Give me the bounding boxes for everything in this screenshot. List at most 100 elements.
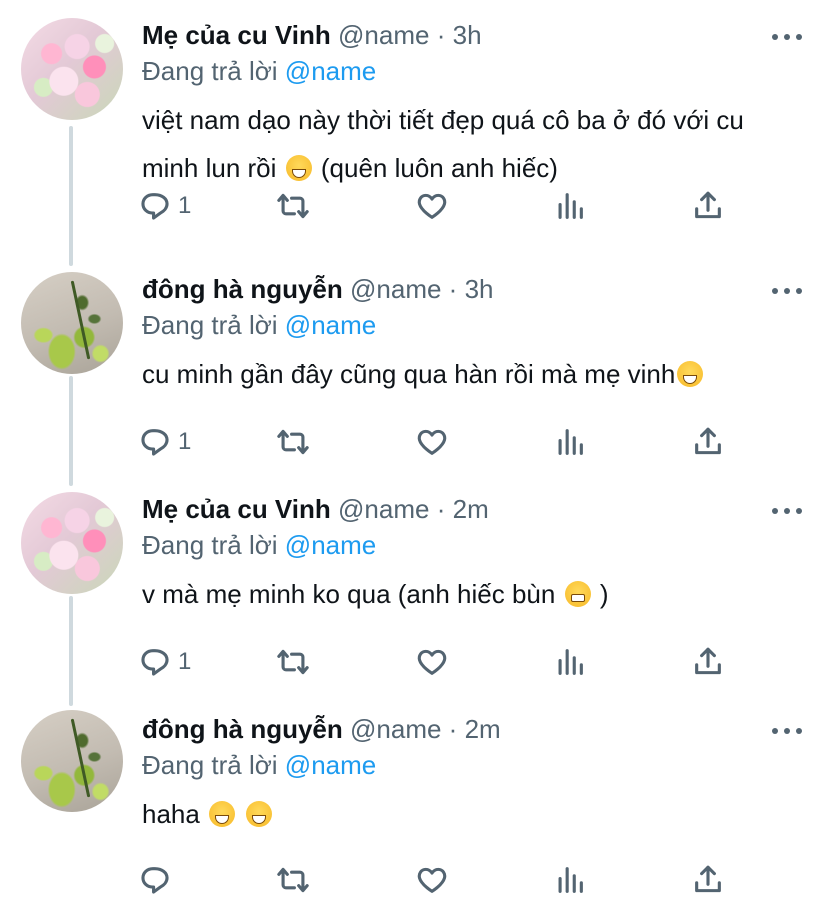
like-button[interactable] [415,862,449,898]
retweet-button[interactable] [276,644,310,680]
views-button[interactable] [553,644,587,680]
replying-to-label: Đang trả lời [142,530,278,560]
share-button[interactable] [691,644,725,680]
retweet-icon [277,429,309,455]
tweet-text-part: cu minh gần đây cũng qua hàn rồi mà mẹ v… [142,359,676,389]
share-icon [695,191,721,219]
user-handle[interactable]: @name [338,494,429,524]
tweet-header: Mẹ của cu Vinh @name · 3h [142,18,482,52]
timestamp[interactable]: 2m [465,714,501,744]
retweet-button[interactable] [276,424,310,460]
reply-icon [141,429,169,456]
reply-button[interactable]: 1 [138,644,191,680]
views-button[interactable] [553,862,587,898]
retweet-button[interactable] [276,188,310,224]
views-button[interactable] [553,188,587,224]
replying-to: Đang trả lời @name [142,54,376,88]
heart-icon [417,193,447,219]
like-button[interactable] [415,424,449,460]
tweet[interactable]: đông hà nguyễn @name · 3h Đang trả lời @… [0,258,828,478]
tweet-text-part: v mà mẹ minh ko qua (anh hiếc bùn [142,579,556,609]
laughing-emoji-icon [209,801,236,827]
reply-thread: Mẹ của cu Vinh @name · 3h Đang trả lời @… [0,0,828,905]
retweet-button[interactable] [276,862,310,898]
reply-icon [141,193,169,220]
views-icon [558,193,583,219]
reply-count: 1 [178,428,192,455]
replying-to: Đang trả lời @name [142,528,376,562]
grimacing-emoji-icon [564,581,591,607]
reply-icon [141,867,169,894]
timestamp[interactable]: 3h [465,274,494,304]
heart-icon [417,867,447,893]
views-button[interactable] [553,424,587,460]
mention-link[interactable]: @name [285,310,376,340]
tweet-text: haha [142,790,802,838]
like-button[interactable] [415,188,449,224]
tweet-text: v mà mẹ minh ko qua (anh hiếc bùn ) [142,570,802,618]
tweet[interactable]: Mẹ của cu Vinh @name · 2m Đang trả lời @… [0,478,828,698]
tweet-text: cu minh gần đây cũng qua hàn rồi mà mẹ v… [142,350,802,398]
tweet-actions: 1 [138,644,738,680]
grinning-emoji-icon [285,155,312,181]
more-icon[interactable] [772,32,802,42]
separator-dot: · [436,494,446,524]
display-name[interactable]: Mẹ của cu Vinh [142,494,331,524]
user-handle[interactable]: @name [338,20,429,50]
mention-link[interactable]: @name [285,56,376,86]
share-icon [695,427,721,455]
more-icon[interactable] [772,286,802,296]
avatar[interactable] [21,492,123,594]
display-name[interactable]: đông hà nguyễn [142,714,343,744]
laughing-emoji-icon [677,361,704,387]
replying-to: Đang trả lời @name [142,748,376,782]
replying-to-label: Đang trả lời [142,56,278,86]
mention-link[interactable]: @name [285,750,376,780]
display-name[interactable]: Mẹ của cu Vinh [142,20,331,50]
replying-to-label: Đang trả lời [142,750,278,780]
reply-button[interactable]: 1 [138,188,191,224]
replying-to-label: Đang trả lời [142,310,278,340]
reply-count: 1 [178,192,192,219]
separator-dot: · [436,20,446,50]
avatar[interactable] [21,18,123,120]
heart-icon [417,649,447,675]
tweet-header: đông hà nguyễn @name · 2m [142,712,501,746]
reply-button[interactable]: 1 [138,424,191,460]
timestamp[interactable]: 3h [453,20,482,50]
separator-dot: · [448,274,458,304]
display-name[interactable]: đông hà nguyễn [142,274,343,304]
share-button[interactable] [691,188,725,224]
views-icon [558,867,583,893]
timestamp[interactable]: 2m [453,494,489,524]
tweet-text-part: (quên luôn anh hiếc) [320,153,558,183]
views-icon [558,429,583,455]
reply-button[interactable] [138,862,178,898]
retweet-icon [277,867,309,893]
tweet-text-part: ) [599,579,609,609]
more-icon[interactable] [772,506,802,516]
tweet[interactable]: Mẹ của cu Vinh @name · 3h Đang trả lời @… [0,4,828,224]
share-icon [695,865,721,893]
views-icon [558,649,583,675]
tweet-actions: 1 [138,424,738,460]
tweet-actions: 1 [138,188,738,224]
avatar[interactable] [21,272,123,374]
tweet[interactable]: đông hà nguyễn @name · 2m Đang trả lời @… [0,698,828,905]
retweet-icon [277,649,309,675]
reply-count: 1 [178,648,192,675]
separator-dot: · [448,714,458,744]
mention-link[interactable]: @name [285,530,376,560]
share-icon [695,647,721,675]
share-button[interactable] [691,862,725,898]
share-button[interactable] [691,424,725,460]
user-handle[interactable]: @name [350,714,441,744]
user-handle[interactable]: @name [350,274,441,304]
tweet-text: việt nam dạo này thời tiết đẹp quá cô ba… [142,96,802,192]
heart-icon [417,429,447,455]
avatar[interactable] [21,710,123,812]
like-button[interactable] [415,644,449,680]
replying-to: Đang trả lời @name [142,308,376,342]
tweet-header: Mẹ của cu Vinh @name · 2m [142,492,489,526]
more-icon[interactable] [772,726,802,736]
